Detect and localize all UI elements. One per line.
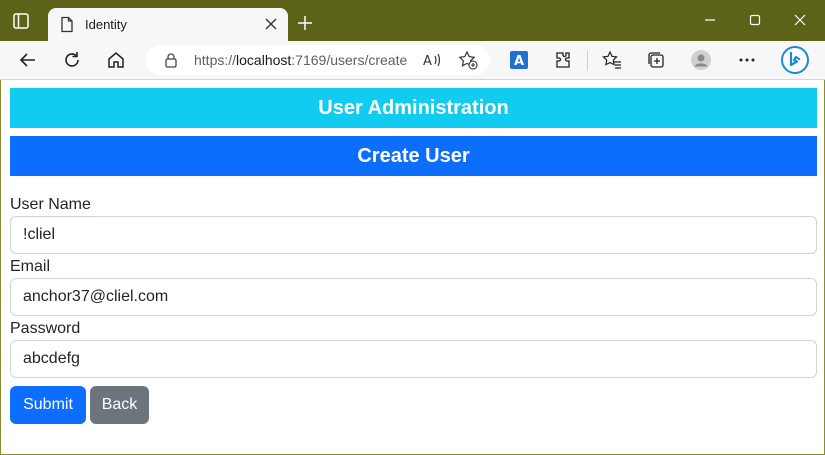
bing-copilot-icon[interactable] [780, 45, 810, 75]
back-arrow-icon[interactable] [18, 50, 38, 70]
maximize-icon[interactable] [745, 10, 765, 30]
add-favorite-icon[interactable] [458, 50, 478, 70]
close-window-icon[interactable] [790, 10, 810, 30]
browser-tab-active[interactable]: Identity [48, 8, 288, 41]
new-tab-icon[interactable] [296, 14, 314, 32]
user-administration-banner: User Administration [10, 88, 817, 128]
profile-avatar-icon[interactable] [691, 50, 711, 70]
read-aloud-icon[interactable]: A [422, 51, 442, 69]
username-input[interactable] [10, 216, 817, 254]
lock-icon[interactable] [164, 52, 178, 68]
browser-toolbar: https://localhost:7169/users/create A A [0, 41, 825, 80]
password-label: Password [10, 320, 81, 337]
page-icon [61, 16, 73, 33]
username-label: User Name [10, 196, 91, 213]
tab-title: Identity [85, 17, 127, 32]
address-bar[interactable]: https://localhost:7169/users/create A [146, 45, 490, 75]
create-user-banner: Create User [10, 136, 817, 176]
extensions-icon[interactable] [553, 50, 573, 70]
refresh-icon[interactable] [62, 50, 82, 70]
favorites-icon[interactable] [602, 50, 622, 70]
password-input[interactable] [10, 340, 817, 378]
email-label: Email [10, 258, 51, 275]
submit-button[interactable]: Submit [10, 386, 86, 424]
translate-icon[interactable]: A [509, 50, 529, 70]
tab-actions-icon[interactable] [12, 12, 30, 30]
more-options-icon[interactable] [737, 50, 757, 70]
url-text[interactable]: https://localhost:7169/users/create [194, 52, 407, 68]
home-icon[interactable] [106, 50, 126, 70]
back-button[interactable]: Back [90, 386, 149, 424]
translate-letter: A [514, 54, 524, 69]
email-input[interactable] [10, 278, 817, 316]
collections-icon[interactable] [646, 50, 666, 70]
svg-text:A: A [423, 54, 432, 69]
toolbar-separator [587, 51, 588, 71]
minimize-icon[interactable] [700, 10, 720, 30]
page-content: User Administration Create User User Nam… [0, 80, 825, 455]
browser-titlebar: Identity [0, 0, 825, 41]
close-tab-icon[interactable] [264, 17, 278, 31]
